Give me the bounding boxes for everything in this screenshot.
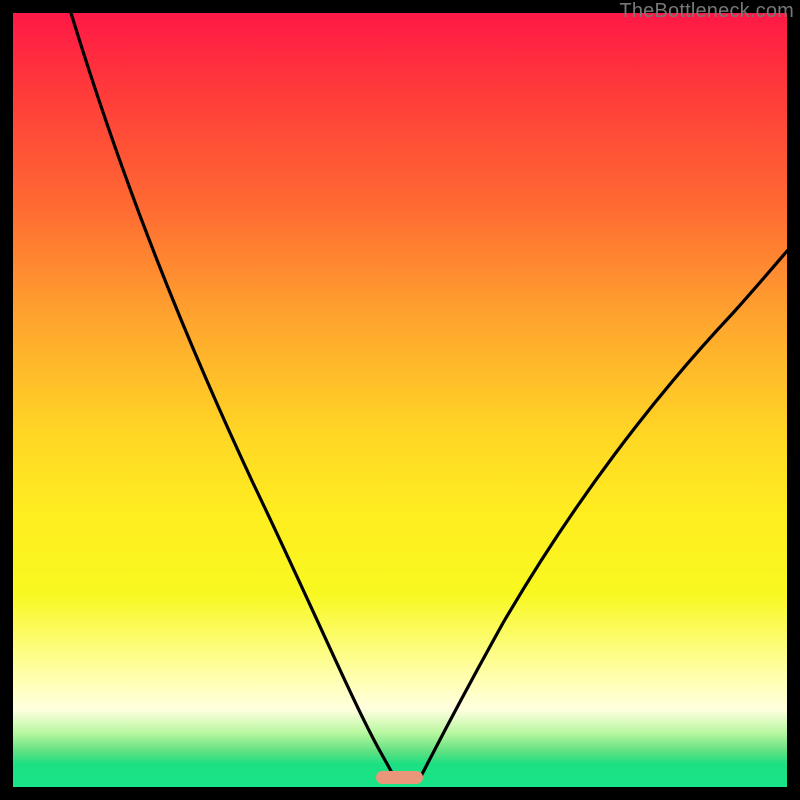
curve-left-branch	[71, 13, 395, 778]
chart-plot-area	[13, 13, 787, 787]
chart-frame: TheBottleneck.com	[0, 0, 800, 800]
curve-right-branch	[420, 251, 787, 778]
watermark-text: TheBottleneck.com	[619, 0, 794, 23]
bottleneck-curve	[13, 13, 787, 787]
bottleneck-marker	[376, 771, 423, 784]
